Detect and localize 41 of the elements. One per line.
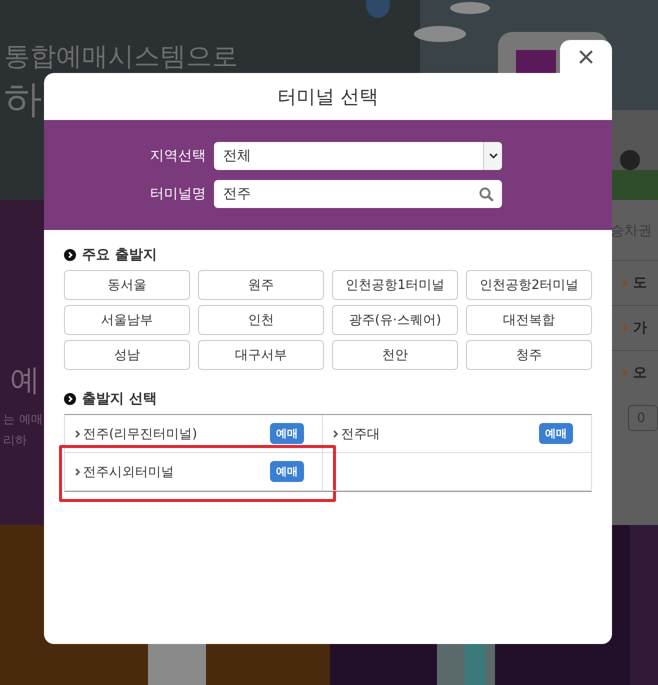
terminal-button[interactable]: 서울남부 [64,305,190,335]
terminal-link[interactable]: 전주대 [341,424,380,442]
dialog-title: 터미널 선택 [276,84,380,110]
reserve-button[interactable]: 예매 [270,461,304,482]
field-label: 터미널명 [149,185,206,203]
arrow-bullet-icon [64,393,76,405]
chevron-icon [75,430,80,438]
close-button[interactable]: × [560,40,612,73]
terminal-button[interactable]: 청주 [466,340,592,370]
field-label: 지역선택 [149,147,206,165]
terminal-link[interactable]: 전주시외터미널 [83,462,174,480]
terminal-button[interactable]: 원주 [198,270,324,300]
chevron-icon [333,430,338,438]
hero-heading: 통합예매시스템으로 [4,42,238,74]
caret-icon [488,153,498,159]
reserve-button[interactable]: 예매 [539,423,573,444]
description-text: 리하 [3,432,27,449]
terminal-link[interactable]: 전주(리무진터미널) [83,424,198,442]
terminal-button[interactable]: 대전복합 [466,305,592,335]
section-title: 출발지 선택 [82,390,157,408]
section-title: 주요 출발지 [82,246,157,264]
terminal-button[interactable]: 동서울 [64,270,190,300]
arrow-bullet-icon [64,249,76,261]
reserve-button[interactable]: 예매 [270,423,304,444]
chevron-icon [622,324,627,332]
terminal-button[interactable]: 대구서부 [198,340,324,370]
terminal-button[interactable]: 광주(유·스퀘어) [332,305,458,335]
terminal-button[interactable]: 인천공항2터미널 [466,270,592,300]
terminal-button[interactable]: 인천공항1터미널 [332,270,458,300]
search-icon [479,186,494,202]
hero-heading: 하 [4,77,42,123]
terminal-button[interactable]: 천안 [332,340,458,370]
terminal-button[interactable]: 성남 [64,340,190,370]
search-field[interactable]: 전주 [214,180,502,208]
region-select[interactable]: 전체 [214,142,502,170]
chevron-icon [622,369,627,377]
section-heading: 예 [10,362,40,400]
chevron-icon [622,279,627,287]
description-text: 는 예매 [3,411,43,428]
terminal-button[interactable]: 인천 [198,305,324,335]
chevron-icon [75,468,80,476]
